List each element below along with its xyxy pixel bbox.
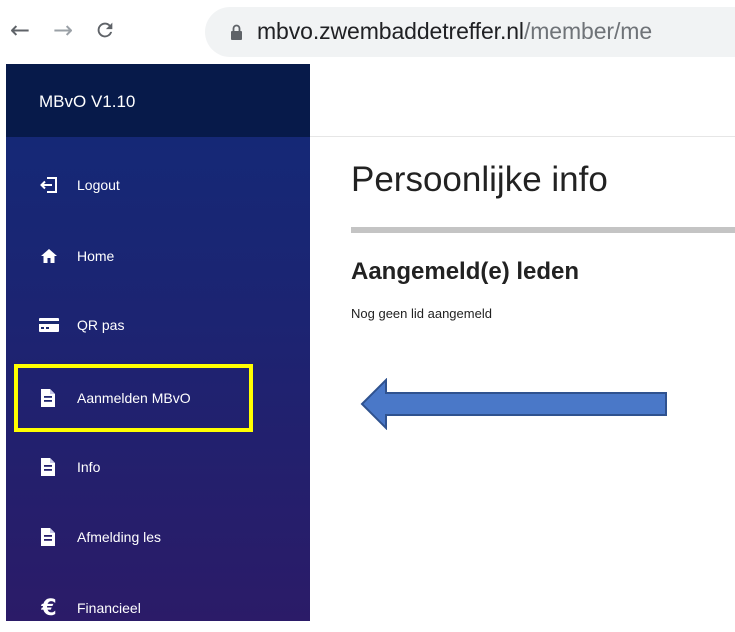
url-path: /member/me [523,18,653,44]
highlight-box [14,364,253,432]
sidebar-item-label: QR pas [77,317,125,333]
sidebar-item-label: Financieel [77,600,141,616]
sidebar-item-qr-pas[interactable]: QR pas [6,301,310,349]
browser-toolbar: ← → mbvo.zwembaddetreffer.nl/member/me [0,0,735,64]
forward-arrow-icon[interactable]: → [48,15,78,45]
reload-icon[interactable] [90,15,120,45]
section-title: Aangemeld(e) leden [351,258,580,285]
sidebar-item-label: Logout [77,177,120,193]
sidebar-header: MBvO V1.10 [6,64,310,137]
lock-icon [231,24,242,40]
page-title: Persoonlijke info [351,160,608,199]
sidebar-item-logout[interactable]: Logout [6,161,310,209]
empty-message: Nog geen lid aangemeld [351,306,492,321]
document-icon [39,527,59,547]
card-icon [39,315,59,335]
sidebar-item-label: Info [77,459,101,475]
url-text: mbvo.zwembaddetreffer.nl/member/me [257,18,652,45]
sidebar-item-label: Home [77,248,115,264]
app-title: MBvO V1.10 [39,92,136,111]
title-divider [351,227,735,233]
euro-icon: € [41,595,57,621]
url-host: mbvo.zwembaddetreffer.nl [257,18,524,44]
document-icon [39,457,59,477]
logout-icon [39,175,59,195]
sidebar-item-afmelding-les[interactable]: Afmelding les [6,513,310,561]
back-arrow-icon[interactable]: ← [5,15,35,45]
sidebar-item-label: Afmelding les [77,529,162,545]
sidebar: MBvO V1.10 Logout Home QR pas Aanmelden … [6,64,310,621]
sidebar-item-financieel[interactable]: € Financieel [6,584,310,632]
sidebar-item-info[interactable]: Info [6,443,310,491]
left-arrow-annotation-icon [360,378,667,430]
sidebar-item-home[interactable]: Home [6,232,310,280]
main-topbar [310,64,735,137]
home-icon [39,246,59,266]
address-bar[interactable]: mbvo.zwembaddetreffer.nl/member/me [205,7,735,57]
